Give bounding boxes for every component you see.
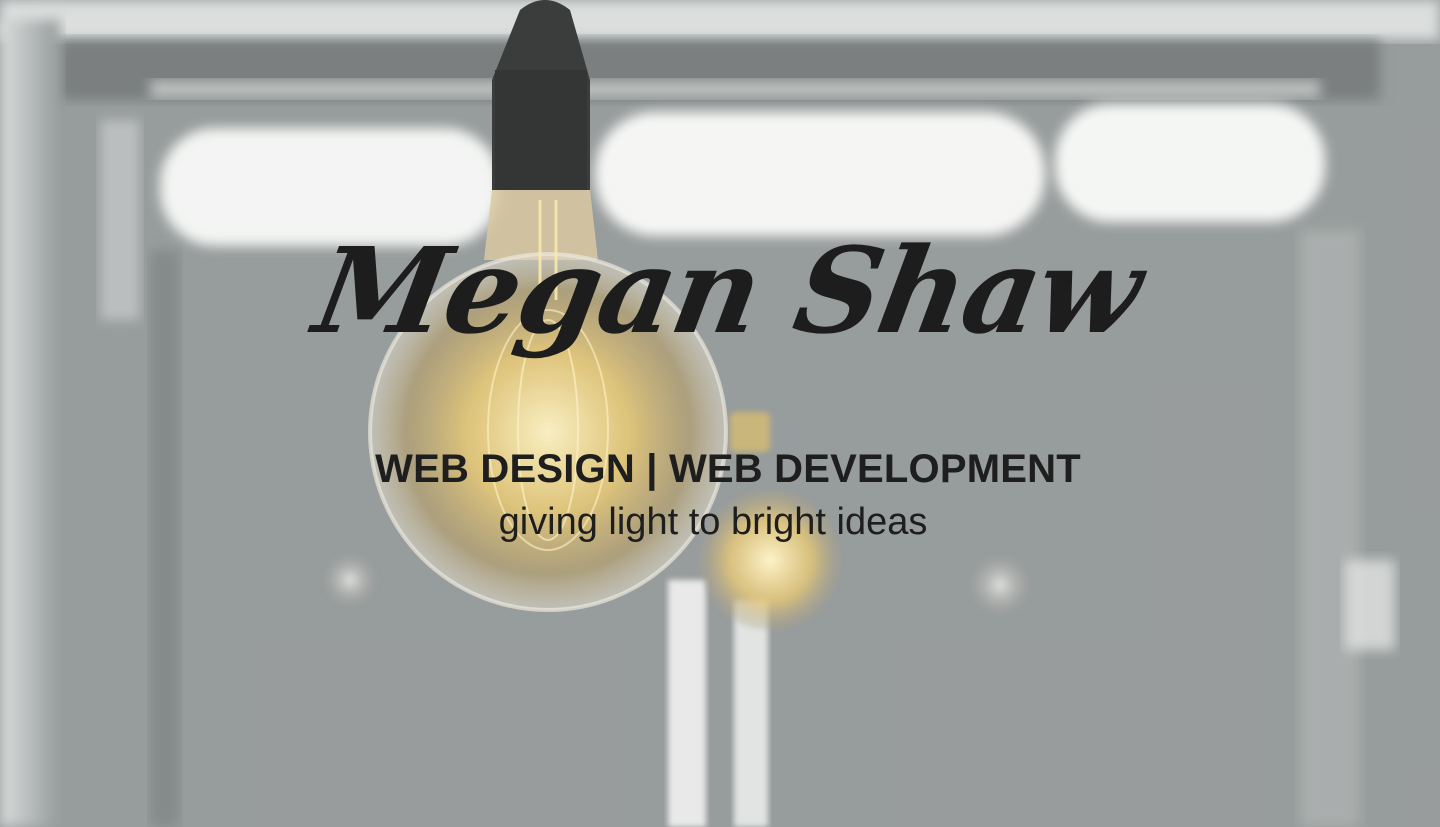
slogan: giving light to bright ideas: [498, 501, 928, 543]
image-overlay: [0, 0, 1440, 827]
hero-banner: Megan Shaw WEB DESIGN | WEB DEVELOPMENT …: [0, 0, 1440, 827]
brand-name: Megan Shaw: [305, 221, 1151, 360]
services-tagline: WEB DESIGN | WEB DEVELOPMENT: [375, 447, 1081, 491]
